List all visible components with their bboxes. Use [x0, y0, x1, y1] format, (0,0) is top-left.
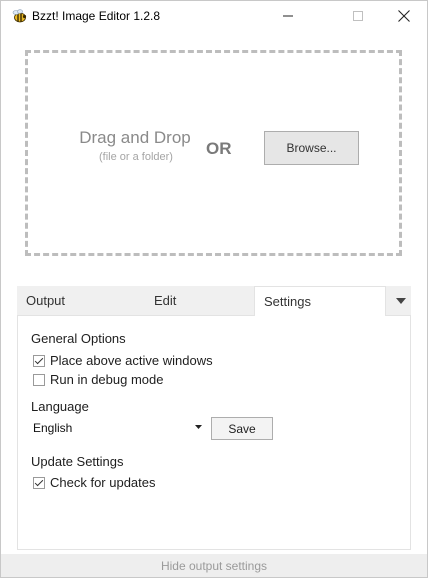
check-updates-checkbox[interactable]: [33, 476, 45, 489]
minimize-button[interactable]: [265, 1, 311, 31]
place-above-checkbox-row[interactable]: Place above active windows: [33, 353, 213, 368]
language-value: English: [33, 421, 73, 435]
check-updates-checkbox-row[interactable]: Check for updates: [33, 475, 156, 490]
check-updates-label: Check for updates: [50, 475, 156, 490]
drag-drop-title: Drag and Drop: [79, 128, 191, 147]
close-button[interactable]: [381, 1, 427, 31]
general-options-title: General Options: [31, 331, 126, 346]
tab-settings[interactable]: Settings: [254, 286, 386, 317]
settings-panel: General Options Place above active windo…: [17, 316, 411, 550]
bee-icon: [11, 8, 27, 24]
hide-output-settings-button[interactable]: Hide output settings: [1, 554, 427, 577]
debug-mode-checkbox-row[interactable]: Run in debug mode: [33, 372, 163, 387]
drop-zone[interactable]: Drag and Drop (file or a folder) OR Brow…: [25, 50, 402, 256]
tabs-dropdown-button[interactable]: [391, 286, 411, 316]
title-bar: Bzzt! Image Editor 1.2.8: [1, 1, 427, 31]
browse-button[interactable]: Browse...: [264, 131, 359, 165]
language-title: Language: [31, 399, 89, 414]
tab-edit[interactable]: Edit: [154, 286, 176, 316]
place-above-checkbox[interactable]: [33, 354, 45, 367]
or-label: OR: [206, 139, 232, 158]
close-icon: [398, 10, 410, 22]
place-above-label: Place above active windows: [50, 353, 213, 368]
chevron-down-icon: [396, 298, 406, 304]
update-settings-title: Update Settings: [31, 454, 124, 469]
tab-output[interactable]: Output: [26, 286, 65, 316]
minimize-icon: [283, 15, 293, 17]
debug-mode-checkbox[interactable]: [33, 373, 45, 386]
drag-drop-subtitle: (file or a folder): [99, 151, 173, 163]
app-window: Bzzt! Image Editor 1.2.8 Drag and Drop (…: [0, 0, 428, 578]
window-title: Bzzt! Image Editor 1.2.8: [32, 9, 161, 23]
language-select[interactable]: English: [31, 417, 204, 439]
save-button[interactable]: Save: [211, 417, 273, 440]
maximize-button[interactable]: [335, 1, 381, 31]
maximize-icon: [353, 11, 363, 21]
debug-mode-label: Run in debug mode: [50, 372, 164, 387]
tab-strip: Output Edit Settings: [17, 286, 411, 317]
select-arrow-icon: [195, 425, 202, 429]
